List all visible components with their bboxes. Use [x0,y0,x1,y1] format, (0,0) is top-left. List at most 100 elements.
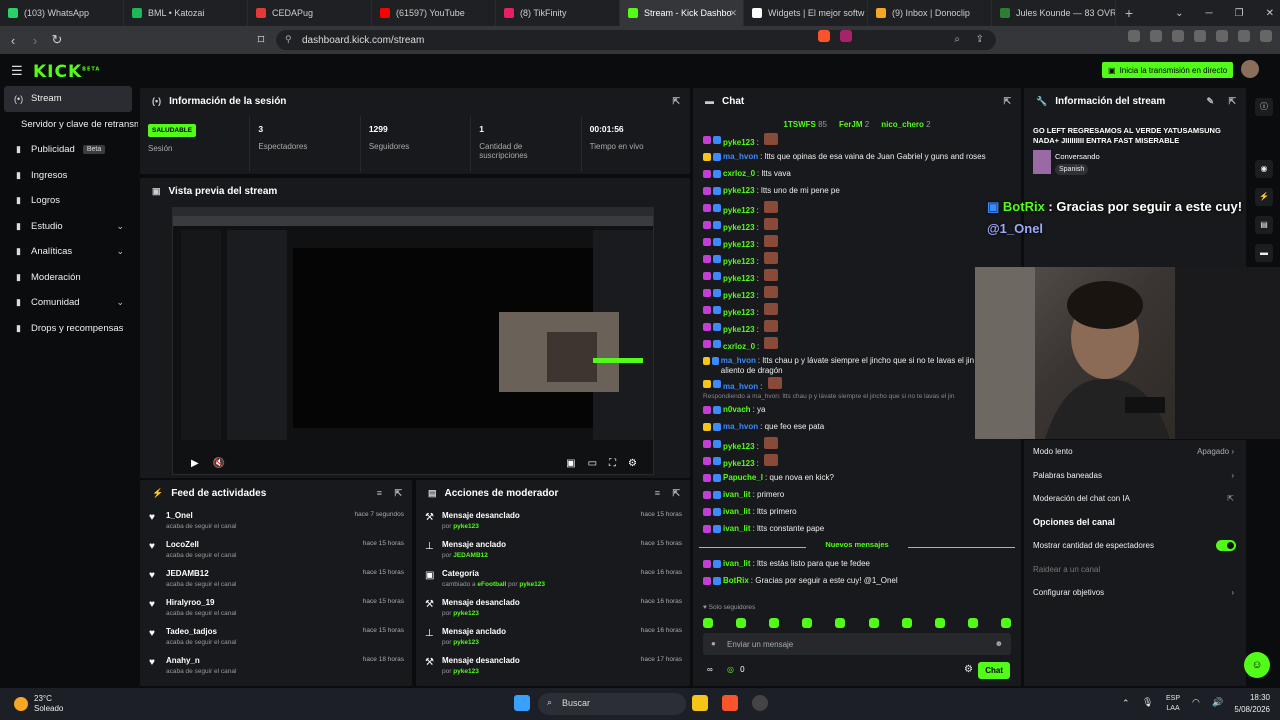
sidebar-item[interactable]: ▮ Moderación [0,265,138,291]
user-avatar[interactable] [1241,60,1259,78]
sidebar-item[interactable]: Servidor y clave de retransmisión [0,112,138,138]
wifi-icon[interactable]: ◠ [1192,697,1200,708]
vpn-icon[interactable] [1238,30,1250,42]
obs-icon[interactable] [752,695,768,711]
emote-icon[interactable] [967,618,978,628]
chat-username[interactable]: ma_hvon [721,356,756,365]
emote-picker-icon[interactable]: ☻ [995,639,1003,648]
sidebar-item[interactable]: ▮ Logros [0,188,138,214]
brave-rewards-icon[interactable] [840,30,852,42]
chat-username[interactable]: ma_hvon [723,382,758,391]
bolt-icon[interactable]: ⚡ [1255,188,1273,206]
emote-icon[interactable] [1000,618,1011,628]
ai-moderation-row[interactable]: Moderación del chat con IA ⇱ [1024,487,1246,511]
share-icon[interactable]: ⇪ [976,34,984,45]
emote-icon[interactable] [736,618,747,628]
go-live-button[interactable]: ▣ Inicia la transmisión en directo [1102,62,1234,78]
chat-username[interactable]: pyke123 [723,274,755,283]
mute-icon[interactable]: 🔇 [213,458,225,469]
taskbar-search[interactable]: ⌕ Buscar [538,693,686,715]
pip-icon[interactable]: ▣ [566,458,575,469]
info-icon[interactable]: ⓘ [1255,98,1273,116]
tab-close-icon[interactable]: ✕ [729,8,737,19]
hamburger-icon[interactable]: ☰ [11,63,23,79]
browser-tab[interactable]: BML • Katozai [124,0,248,26]
chat-username[interactable]: pyke123 [723,291,755,300]
chat-username[interactable]: cxrloz_0 [723,169,755,178]
sidebar-icon[interactable] [1172,30,1184,42]
wallet-icon[interactable] [1194,30,1206,42]
emoji-icon[interactable]: ● [711,639,716,648]
extension-icon[interactable] [1128,30,1140,42]
sidebar-item[interactable]: ▮ Estudio ⌄ [0,214,138,240]
popout-icon[interactable]: ⇱ [1228,96,1236,107]
popout-icon[interactable]: ⇱ [672,488,680,499]
emote-icon[interactable] [868,618,879,628]
chat-username[interactable]: pyke123 [723,257,755,266]
emote-icon[interactable] [703,618,713,628]
sidebar-item[interactable]: (•) Stream [4,86,132,112]
chat-username[interactable]: ma_hvon [723,152,758,161]
show-viewers-row[interactable]: Mostrar cantidad de espectadores [1024,534,1246,558]
chat-username[interactable]: n0vach [723,405,751,414]
raid-row[interactable]: Raidear a un canal [1024,558,1246,582]
chat-username[interactable]: Papuche_l [723,473,763,482]
zoom-icon[interactable]: ⌕ [954,34,960,45]
chat-username[interactable]: pyke123 [723,223,755,232]
filter-icon[interactable]: ≡ [655,488,660,498]
brave-icon[interactable] [722,695,738,711]
infinity-icon[interactable]: ∞ [707,665,713,674]
browser-tab[interactable]: (103) WhatsApp [0,0,124,26]
tray-chevron-icon[interactable]: ⌃ [1122,698,1130,709]
popout-icon[interactable]: ⇱ [1003,96,1011,107]
browser-tab[interactable]: Stream - Kick Dashbo ✕ [620,0,744,26]
slow-mode-row[interactable]: Modo lento Apagado › [1024,440,1246,464]
menu-icon[interactable] [1260,30,1272,42]
chat-username[interactable]: ivan_lit [723,524,751,533]
emote-icon[interactable] [901,618,912,628]
system-clock[interactable]: 18:30 5/08/2026 [1234,692,1270,716]
edit-icon[interactable]: ✎ [1206,96,1214,107]
chat-settings-icon[interactable]: ⚙ [964,664,973,675]
sidebar-item[interactable]: ▮ Drops y recompensas [0,316,138,342]
play-icon[interactable]: ▶ [191,458,199,469]
emote-icon[interactable] [934,618,945,628]
sidebar-item[interactable]: ▮ Comunidad ⌄ [0,290,138,316]
bookmark-icon[interactable]: ⌑ [250,32,272,48]
mic-icon[interactable]: 🎙 [1142,697,1153,708]
weather-widget[interactable]: 23°C Soleado [14,694,63,714]
chat-username[interactable]: pyke123 [723,240,755,249]
show-viewers-toggle[interactable] [1216,540,1236,551]
fullscreen-icon[interactable]: ⛶ [609,458,616,469]
puzzle-icon[interactable] [1150,30,1162,42]
emote-icon[interactable] [835,618,846,628]
chat-username[interactable]: pyke123 [723,442,755,451]
popout-icon[interactable]: ⇱ [394,488,402,499]
list-icon[interactable]: ▤ [1255,216,1273,234]
sidebar-item[interactable]: ▮ Ingresos [0,163,138,189]
browser-tab[interactable]: (61597) YouTube [372,0,496,26]
site-info-icon[interactable]: ⚲ [285,34,292,45]
chat-username[interactable]: pyke123 [723,325,755,334]
moderation-icon[interactable]: ◉ [1255,160,1273,178]
goals-row[interactable]: Configurar objetivos › [1024,581,1246,605]
language-indicator[interactable]: ESP LAA [1166,694,1180,714]
chat-username[interactable]: pyke123 [723,206,755,215]
filter-icon[interactable]: ≡ [377,488,382,498]
maximize-button[interactable]: ❐ [1235,8,1244,19]
browser-tab[interactable]: (9) Inbox | Donoclip [868,0,992,26]
floating-chat-button[interactable]: ☺ [1244,652,1270,678]
new-tab-icon[interactable]: + [1116,5,1142,21]
windows-start-icon[interactable] [514,695,530,711]
chat-input[interactable]: ● Enviar un mensaje ☻ [703,633,1011,655]
chat-username[interactable]: cxrloz_0 [723,342,755,351]
emote-icon[interactable] [802,618,813,628]
stream-preview-player[interactable]: ▶ 🔇 ▣ ▭ ⛶ ⚙ [172,207,654,475]
minimize-button[interactable]: ─ [1206,8,1213,19]
chat-username[interactable]: pyke123 [723,308,755,317]
reload-icon[interactable]: ↻ [46,32,68,48]
settings-icon[interactable]: ⚙ [628,458,637,469]
emote-icon[interactable] [769,618,780,628]
browser-tab[interactable]: Widgets | El mejor softw [744,0,868,26]
forward-icon[interactable]: › [24,33,46,48]
